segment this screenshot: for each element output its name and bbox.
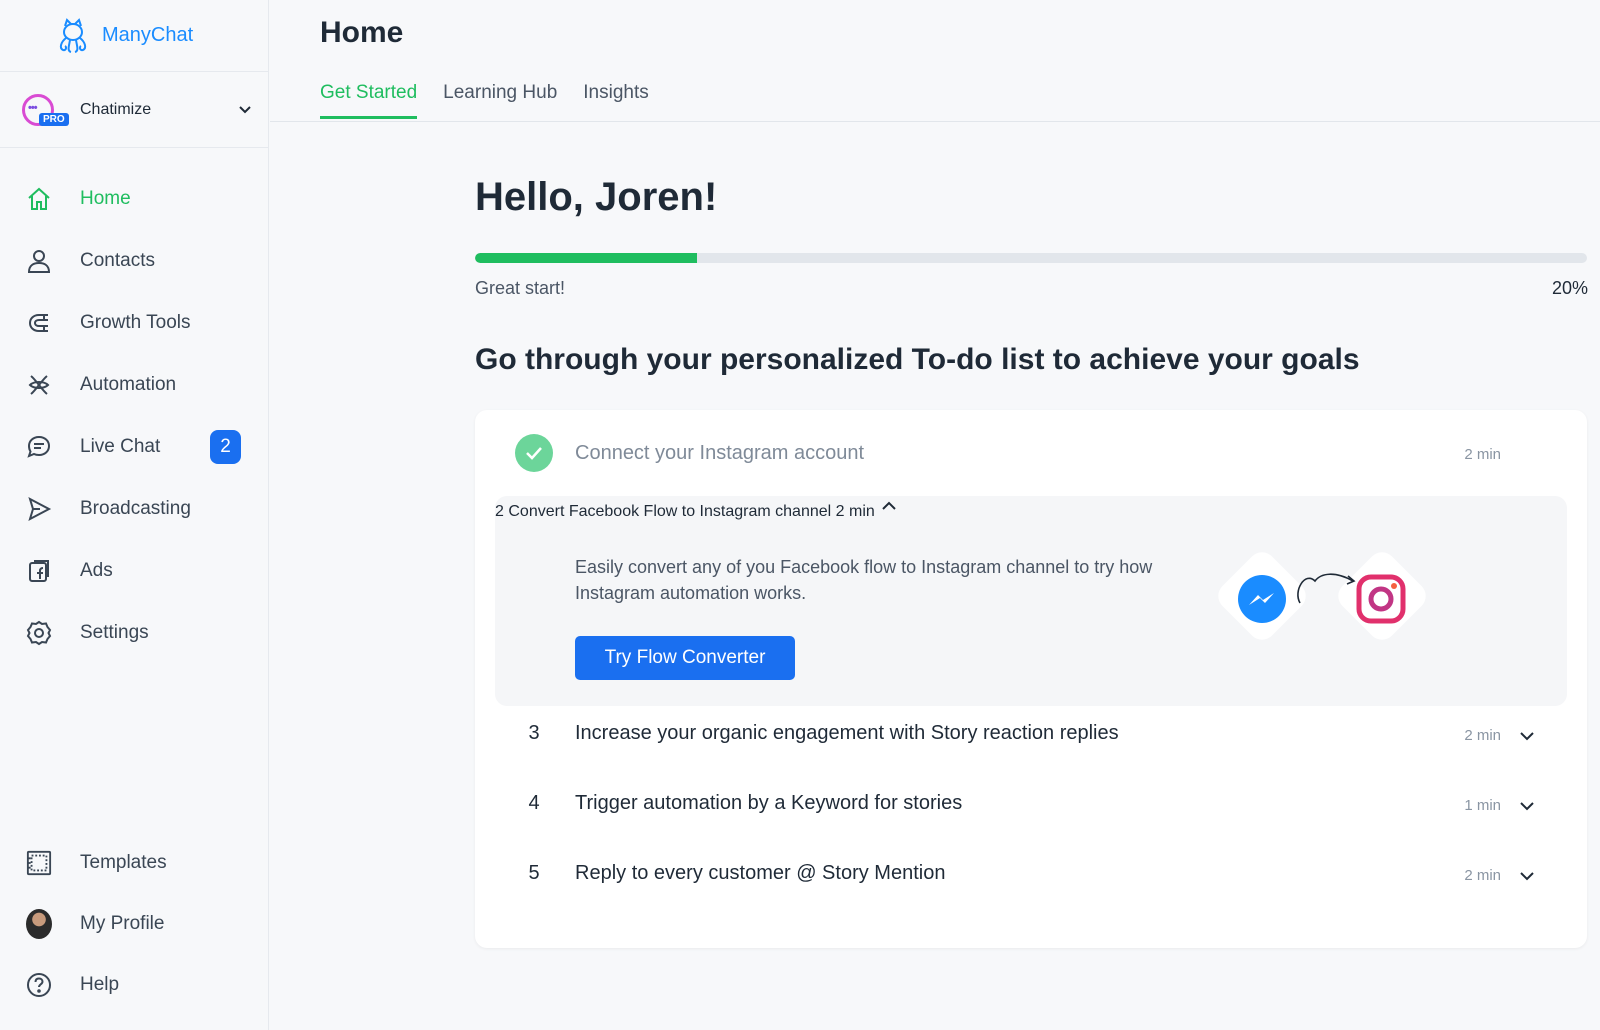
- todo-duration: 2 min: [1464, 727, 1501, 744]
- sidebar-item-label: Home: [80, 188, 131, 209]
- avatar: [26, 908, 52, 939]
- tab-get-started[interactable]: Get Started: [320, 82, 418, 119]
- user-icon: [26, 248, 52, 274]
- chevron-down-icon[interactable]: [1517, 726, 1537, 746]
- greeting: Hello, Joren!: [475, 175, 718, 219]
- account-name: Chatimize: [80, 100, 152, 118]
- sidebar-item-templates[interactable]: Templates: [0, 832, 268, 893]
- tab-learning-hub[interactable]: Learning Hub: [443, 82, 557, 119]
- tab-bar: Get Started Learning Hub Insights: [320, 82, 649, 119]
- sidebar-item-home[interactable]: Home: [0, 168, 268, 230]
- tabs-divider: [270, 121, 1600, 122]
- sidebar: ManyChat ••• PRO Chatimize Home Contacts: [0, 0, 269, 1030]
- todo-item-story-mention[interactable]: 5 Reply to every customer @ Story Mentio…: [475, 850, 1587, 920]
- main-nav: Home Contacts Growth Tools Automation Li…: [0, 168, 268, 664]
- todo-description: Easily convert any of you Facebook flow …: [575, 557, 1153, 603]
- tab-insights[interactable]: Insights: [583, 82, 648, 119]
- try-flow-converter-button[interactable]: Try Flow Converter: [575, 636, 795, 680]
- progress-label: Great start!: [475, 278, 566, 298]
- page-title: Home: [320, 16, 404, 49]
- todo-heading: Go through your personalized To-do list …: [475, 343, 1360, 376]
- sidebar-item-label: Contacts: [80, 250, 155, 271]
- todo-item-keyword-stories[interactable]: 4 Trigger automation by a Keyword for st…: [475, 780, 1587, 850]
- sidebar-item-label: Templates: [80, 851, 167, 873]
- sidebar-item-help[interactable]: Help: [0, 954, 268, 1015]
- manychat-logo-icon: [52, 15, 94, 57]
- pro-badge: PRO: [39, 112, 69, 126]
- chevron-down-icon[interactable]: [1517, 796, 1537, 816]
- magnet-icon: [26, 310, 52, 336]
- messenger-icon: [1238, 575, 1286, 623]
- account-switcher[interactable]: ••• PRO Chatimize: [0, 72, 268, 148]
- chevron-up-icon[interactable]: [879, 501, 899, 520]
- sidebar-item-live-chat[interactable]: Live Chat 2: [0, 416, 268, 478]
- sidebar-item-my-profile[interactable]: My Profile: [0, 893, 268, 954]
- unread-count-badge: 2: [210, 430, 241, 464]
- sidebar-item-label: Ads: [80, 560, 113, 581]
- todo-number: 4: [515, 784, 553, 822]
- todo-title: Increase your organic engagement with St…: [575, 722, 1119, 744]
- sidebar-bottom-nav: Templates My Profile Help: [0, 832, 268, 1015]
- progress-percent: 20%: [1551, 278, 1588, 298]
- todo-number: 5: [515, 854, 553, 892]
- sidebar-item-automation[interactable]: Automation: [0, 354, 268, 416]
- todo-title: Trigger automation by a Keyword for stor…: [575, 792, 963, 814]
- ellipsis-icon: •••: [28, 101, 38, 114]
- todo-item-connect-instagram[interactable]: Connect your Instagram account 2 min: [475, 410, 1587, 496]
- send-icon: [26, 496, 52, 522]
- sidebar-item-label: Automation: [80, 374, 177, 395]
- gear-icon: [26, 620, 52, 646]
- checkmark-icon: [515, 434, 553, 472]
- templates-icon: [26, 850, 52, 876]
- sidebar-item-label: Settings: [80, 622, 149, 643]
- todo-item-story-reaction[interactable]: 3 Increase your organic engagement with …: [475, 710, 1587, 780]
- home-icon: [26, 186, 52, 212]
- chat-icon: [26, 434, 52, 460]
- todo-number: 2: [495, 503, 504, 520]
- todo-duration: 2 min: [835, 503, 875, 520]
- sidebar-item-ads[interactable]: Ads: [0, 540, 268, 602]
- chevron-down-icon[interactable]: [1517, 866, 1537, 886]
- todo-title: Reply to every customer @ Story Mention: [575, 862, 946, 884]
- sidebar-item-broadcasting[interactable]: Broadcasting: [0, 478, 268, 540]
- sidebar-item-label: Broadcasting: [80, 498, 191, 519]
- todo-title: Convert Facebook Flow to Instagram chann…: [508, 503, 832, 520]
- todo-list-card: Connect your Instagram account 2 min 2 C…: [475, 410, 1587, 948]
- app-name: ManyChat: [102, 24, 194, 46]
- profile-photo: [26, 908, 52, 939]
- main-content: Home Get Started Learning Hub Insights H…: [270, 0, 1600, 1030]
- sidebar-item-label: Help: [80, 973, 120, 995]
- sidebar-item-label: My Profile: [80, 912, 165, 934]
- todo-duration: 1 min: [1464, 797, 1501, 814]
- flow-converter-illustration: [1205, 551, 1445, 661]
- sidebar-item-label: Live Chat: [80, 436, 161, 457]
- todo-title: Connect your Instagram account: [575, 442, 865, 464]
- todo-item-convert-flow: 2 Convert Facebook Flow to Instagram cha…: [495, 496, 1567, 706]
- automation-icon: [26, 372, 52, 398]
- sidebar-item-growth-tools[interactable]: Growth Tools: [0, 292, 268, 354]
- todo-duration: 2 min: [1464, 446, 1501, 463]
- chevron-down-icon: [238, 102, 252, 120]
- sidebar-item-contacts[interactable]: Contacts: [0, 230, 268, 292]
- facebook-ads-icon: [26, 558, 52, 584]
- todo-number: 3: [515, 714, 553, 752]
- onboarding-progress-bar: [475, 253, 1587, 263]
- sidebar-item-settings[interactable]: Settings: [0, 602, 268, 664]
- todo-duration: 2 min: [1464, 867, 1501, 884]
- progress-fill: [475, 253, 698, 263]
- sidebar-item-label: Growth Tools: [80, 312, 191, 333]
- logo[interactable]: ManyChat: [0, 0, 268, 72]
- account-avatar: ••• PRO: [22, 93, 69, 126]
- help-icon: [26, 972, 52, 998]
